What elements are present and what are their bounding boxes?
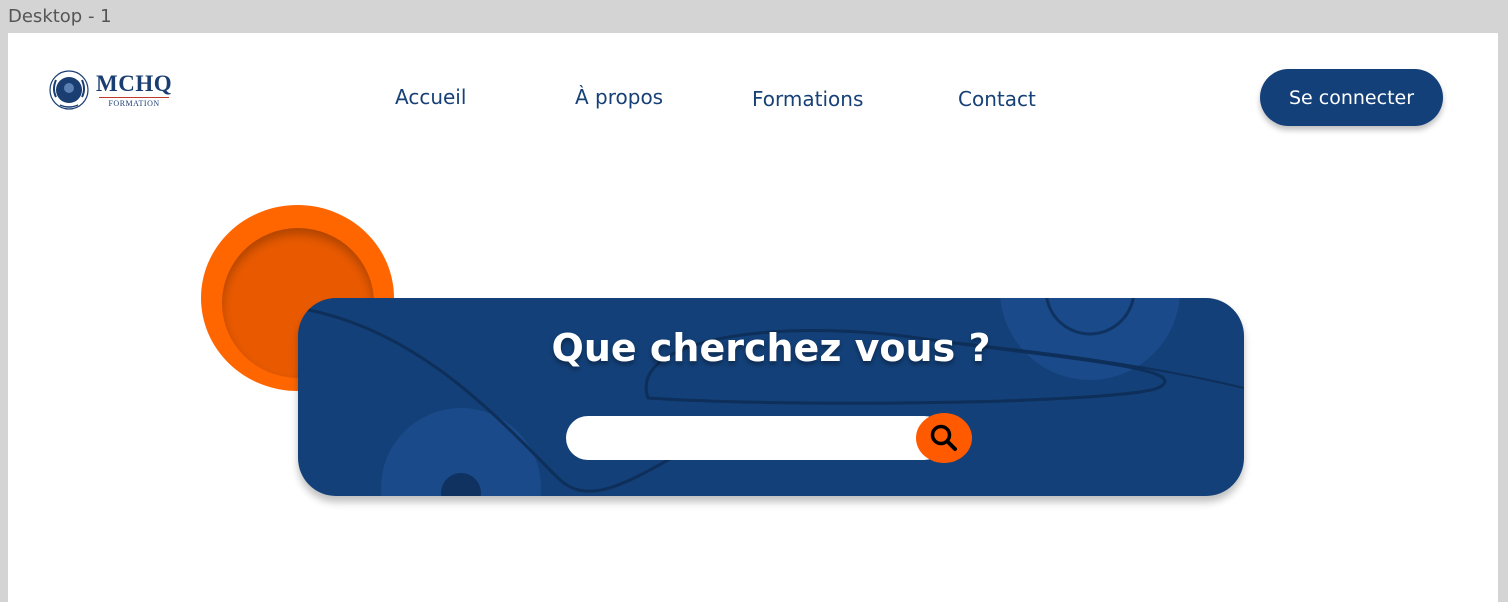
search-title: Que cherchez vous ? — [551, 326, 991, 370]
brand-subtitle: FORMATION — [108, 99, 160, 108]
brand-divider — [99, 97, 170, 98]
brand-name: MCHQ — [96, 71, 173, 96]
frame-label: Desktop - 1 — [8, 6, 112, 27]
login-button[interactable]: Se connecter — [1260, 69, 1443, 126]
search-card: Que cherchez vous ? — [298, 298, 1244, 496]
laurel-seal-icon — [49, 70, 89, 110]
nav-a-propos[interactable]: À propos — [575, 85, 663, 109]
nav-accueil[interactable]: Accueil — [395, 85, 466, 109]
magnifier-icon — [930, 424, 957, 451]
nav-formations[interactable]: Formations — [752, 87, 863, 111]
nav-contact[interactable]: Contact — [958, 87, 1036, 111]
search-input[interactable] — [566, 416, 946, 460]
brand-logo[interactable]: MCHQ FORMATION — [48, 69, 172, 111]
search-button[interactable] — [916, 413, 972, 463]
page-canvas: MCHQ FORMATION Accueil À propos Formatio… — [8, 33, 1498, 602]
